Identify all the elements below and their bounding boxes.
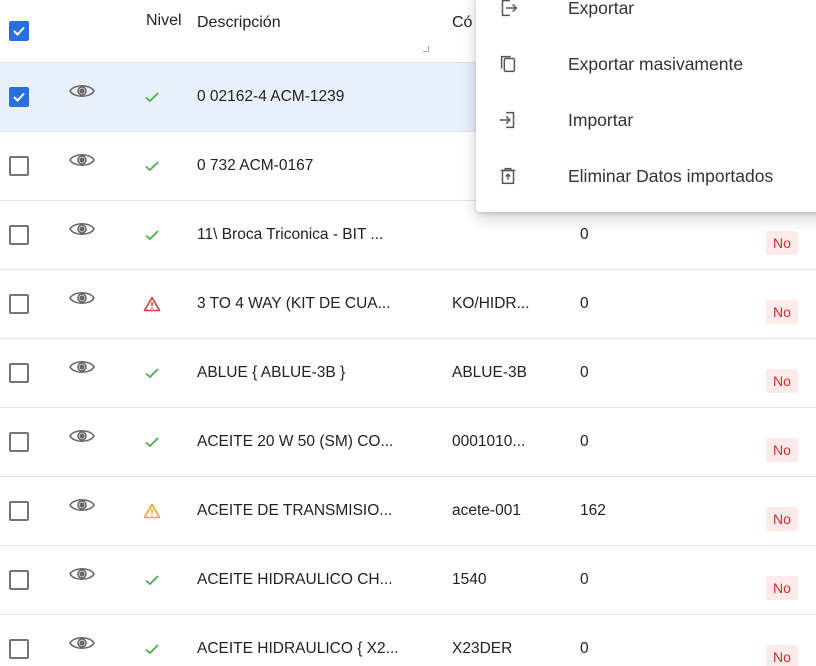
status-badge: No: [766, 438, 798, 462]
table-row[interactable]: 3 TO 4 WAY (KIT DE CUA... KO/HIDR... 0 No: [0, 270, 816, 339]
cell-descripcion: ACEITE HIDRAULICO { X2...: [197, 640, 399, 657]
row-checkbox[interactable]: [9, 63, 29, 131]
view-eye-icon[interactable]: [68, 471, 96, 539]
menu-item-label: Exportar: [568, 0, 635, 18]
cell-descripcion: 0 02162-4 ACM-1239: [197, 88, 345, 105]
table-row[interactable]: ACEITE HIDRAULICO { X2... X23DER 0 No: [0, 615, 816, 666]
cell-codigo: KO/HIDR...: [452, 295, 530, 312]
cell-cantidad: 0: [580, 640, 589, 657]
level-ok-icon: [143, 63, 161, 131]
cell-cantidad: 162: [580, 502, 606, 519]
table-row[interactable]: ABLUE { ABLUE-3B } ABLUE-3B 0 No: [0, 339, 816, 408]
view-eye-icon[interactable]: [68, 540, 96, 608]
level-ok-icon: [143, 615, 161, 666]
status-badge: No: [766, 300, 798, 324]
select-all-checkbox[interactable]: [9, 0, 29, 62]
status-badge: No: [766, 645, 798, 666]
menu-item-export-bulk[interactable]: Exportar masivamente: [476, 36, 816, 92]
row-checkbox[interactable]: [9, 408, 29, 476]
cell-descripcion: 0 732 ACM-0167: [197, 157, 314, 174]
table-row[interactable]: ACEITE 20 W 50 (SM) CO... 0001010... 0 No: [0, 408, 816, 477]
trash-icon: [496, 164, 520, 188]
cell-codigo: 1540: [452, 571, 487, 588]
header-nivel[interactable]: Nivel: [146, 0, 182, 52]
cell-cantidad: 0: [580, 364, 589, 381]
view-eye-icon[interactable]: [68, 609, 96, 666]
import-icon: [496, 108, 520, 132]
status-badge: No: [766, 507, 798, 531]
cell-codigo: X23DER: [452, 640, 513, 657]
column-resize-handle[interactable]: [423, 46, 429, 52]
level-error-icon: [143, 270, 161, 338]
status-badge: No: [766, 369, 798, 393]
actions-menu: Exportar Exportar masivamente Importar E…: [476, 0, 816, 212]
menu-item-label: Importar: [568, 109, 634, 130]
row-checkbox[interactable]: [9, 270, 29, 338]
table-row[interactable]: ACEITE HIDRAULICO CH... 1540 0 No: [0, 546, 816, 615]
view-eye-icon[interactable]: [68, 333, 96, 401]
menu-item-label: Exportar masivamente: [568, 53, 744, 74]
cell-descripcion: ACEITE DE TRANSMISIO...: [197, 502, 393, 519]
level-warning-icon: [143, 477, 161, 545]
header-codigo[interactable]: Có: [452, 0, 472, 54]
cell-cantidad: 0: [580, 433, 589, 450]
level-ok-icon: [143, 132, 161, 200]
row-checkbox[interactable]: [9, 132, 29, 200]
view-eye-icon[interactable]: [68, 126, 96, 194]
cell-descripcion: ABLUE { ABLUE-3B }: [197, 364, 346, 381]
level-ok-icon: [143, 408, 161, 476]
row-checkbox[interactable]: [9, 546, 29, 614]
cell-codigo: acete-001: [452, 502, 521, 519]
cell-cantidad: 0: [580, 571, 589, 588]
view-eye-icon[interactable]: [68, 402, 96, 470]
cell-codigo: 0001010...: [452, 433, 526, 450]
cell-descripcion: ACEITE HIDRAULICO CH...: [197, 571, 393, 588]
cell-codigo: ABLUE-3B: [452, 364, 527, 381]
export-icon: [496, 0, 520, 20]
row-checkbox[interactable]: [9, 477, 29, 545]
view-eye-icon[interactable]: [68, 264, 96, 332]
level-ok-icon: [143, 201, 161, 269]
copy-icon: [496, 52, 520, 76]
menu-item-export[interactable]: Exportar: [476, 0, 816, 36]
menu-item-import[interactable]: Importar: [476, 92, 816, 148]
row-checkbox[interactable]: [9, 615, 29, 666]
menu-item-label: Eliminar Datos importados: [568, 165, 774, 186]
header-descripcion[interactable]: Descripción: [197, 0, 281, 54]
view-eye-icon[interactable]: [68, 57, 96, 125]
cell-descripcion: ACEITE 20 W 50 (SM) CO...: [197, 433, 394, 450]
cell-descripcion: 11\ Broca Triconica - BIT ...: [197, 226, 384, 243]
menu-item-delete-imported[interactable]: Eliminar Datos importados: [476, 148, 816, 204]
status-badge: No: [766, 231, 798, 255]
view-eye-icon[interactable]: [68, 195, 96, 263]
level-ok-icon: [143, 546, 161, 614]
cell-cantidad: 0: [580, 295, 589, 312]
level-ok-icon: [143, 339, 161, 407]
row-checkbox[interactable]: [9, 201, 29, 269]
row-checkbox[interactable]: [9, 339, 29, 407]
status-badge: No: [766, 576, 798, 600]
table-row[interactable]: ACEITE DE TRANSMISIO... acete-001 162 No: [0, 477, 816, 546]
cell-descripcion: 3 TO 4 WAY (KIT DE CUA...: [197, 295, 391, 312]
